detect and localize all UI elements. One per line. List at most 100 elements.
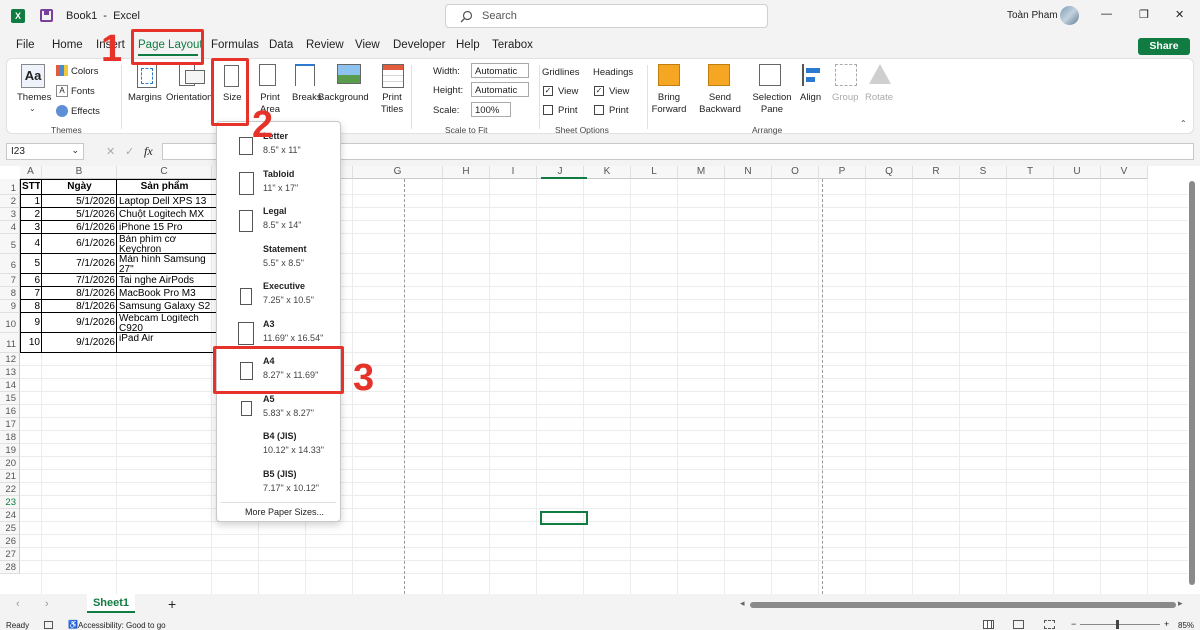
table-cell-product[interactable]: Màn hình Samsung 27" [119,255,210,273]
worksheet-grid[interactable]: ABCDEFGHIJKLMNOPQRSTUV 12345678910111213… [0,166,1200,594]
row-header[interactable]: 2 [0,195,20,208]
orientation-button[interactable]: Orientation [166,92,212,103]
more-paper-sizes-link[interactable]: More Paper Sizes... [245,507,324,517]
table-cell-stt[interactable]: 8 [22,301,40,312]
table-cell-stt[interactable]: 10 [22,334,40,352]
table-cell-product[interactable]: iPad Air [119,334,210,352]
table-cell-date[interactable]: 7/1/2026 [44,275,115,286]
zoom-level[interactable]: 85% [1178,621,1194,630]
table-cell-date[interactable]: 8/1/2026 [44,288,115,299]
column-header[interactable]: B [42,166,117,179]
table-cell-stt[interactable]: 3 [22,222,40,233]
table-cell-stt[interactable]: 6 [22,275,40,286]
collapse-ribbon-icon[interactable]: ⌃ [1180,119,1187,128]
row-header[interactable]: 12 [0,353,20,366]
tab-help[interactable]: Help [456,39,480,51]
accessibility-status[interactable]: Accessibility: Good to go [78,621,166,630]
column-header[interactable]: S [960,166,1007,179]
paper-size-option[interactable]: Executive 7.25" x 10.5" [217,279,340,315]
row-header[interactable]: 7 [0,274,20,287]
row-header[interactable]: 8 [0,287,20,300]
tab-data[interactable]: Data [269,39,293,51]
save-icon[interactable] [40,9,53,22]
table-cell-product[interactable]: iPhone 15 Pro [119,222,210,233]
tab-terabox[interactable]: Terabox [492,39,533,51]
column-header[interactable]: N [725,166,772,179]
paper-size-option[interactable]: Legal 8.5" x 14" [217,204,340,240]
gridlines-view-checkbox[interactable]: ✓ [543,86,553,96]
tab-home[interactable]: Home [52,39,83,51]
table-header-cell[interactable]: Sản phẩm [119,180,210,194]
insert-function-icon[interactable]: fx [144,144,153,159]
search-box[interactable]: Search [445,4,768,28]
column-header[interactable]: O [772,166,819,179]
row-header[interactable]: 18 [0,431,20,444]
column-header[interactable]: A [20,166,42,179]
column-header[interactable]: H [443,166,490,179]
next-sheet-icon[interactable]: › [45,598,49,610]
scale-input[interactable]: 100% [471,102,511,117]
row-header[interactable]: 17 [0,418,20,431]
column-header[interactable]: Q [866,166,913,179]
tab-review[interactable]: Review [306,39,344,51]
print-titles-button[interactable]: Print Titles [377,92,407,116]
bring-forward-button[interactable]: Bring Forward [648,92,690,116]
row-header[interactable]: 25 [0,522,20,535]
horizontal-scroll-thumb[interactable] [750,602,1176,608]
row-header[interactable]: 1 [0,179,20,195]
effects-button[interactable]: Effects [71,106,100,117]
colors-button[interactable]: Colors [71,66,98,77]
share-button[interactable]: Share [1138,38,1190,55]
table-cell-product[interactable]: Tai nghe AirPods [119,275,210,286]
row-header[interactable]: 22 [0,483,20,496]
themes-button[interactable]: Themes [17,92,51,103]
table-cell-stt[interactable]: 9 [22,314,40,332]
row-header[interactable]: 19 [0,444,20,457]
avatar[interactable] [1060,6,1079,25]
headings-print-checkbox[interactable] [594,105,604,115]
column-header[interactable]: V [1101,166,1148,179]
table-cell-product[interactable]: Bàn phím cơ Keychron [119,235,210,253]
tab-view[interactable]: View [355,39,380,51]
align-button[interactable]: Align [800,92,821,103]
accessibility-icon[interactable]: ♿ [68,620,78,629]
row-header[interactable]: 11 [0,333,20,353]
table-cell-date[interactable]: 9/1/2026 [44,334,115,352]
row-header[interactable]: 15 [0,392,20,405]
table-cell-stt[interactable]: 7 [22,288,40,299]
row-header[interactable]: 14 [0,379,20,392]
column-header[interactable]: R [913,166,960,179]
paper-size-option[interactable]: B5 (JIS) 7.17" x 10.12" [217,467,340,503]
zoom-in-icon[interactable]: + [1164,619,1169,629]
background-button[interactable]: Background [318,92,369,103]
row-header[interactable]: 10 [0,313,20,333]
table-cell-product[interactable]: Samsung Galaxy S24 [119,301,210,312]
tab-developer[interactable]: Developer [393,39,445,51]
column-header[interactable]: I [490,166,537,179]
prev-sheet-icon[interactable]: ‹ [16,598,20,610]
row-header[interactable]: 27 [0,548,20,561]
row-header[interactable]: 28 [0,561,20,574]
zoom-out-icon[interactable]: − [1071,619,1076,629]
table-cell-product[interactable]: MacBook Pro M3 [119,288,210,299]
normal-view-icon[interactable] [983,620,994,629]
height-select[interactable]: Automatic [471,82,529,97]
row-header[interactable]: 13 [0,366,20,379]
paper-size-option[interactable]: Statement 5.5" x 8.5" [217,242,340,278]
vertical-scroll-thumb[interactable] [1189,181,1195,585]
send-backward-button[interactable]: Send Backward [696,92,744,116]
table-cell-date[interactable]: 9/1/2026 [44,314,115,332]
paper-size-option[interactable]: B4 (JIS) 10.12" x 14.33" [217,429,340,465]
group-button[interactable]: Group [832,92,858,103]
row-header[interactable]: 26 [0,535,20,548]
table-cell-stt[interactable]: 2 [22,209,40,220]
margins-button[interactable]: Margins [128,92,162,103]
row-header[interactable]: 5 [0,234,20,254]
paper-size-option[interactable]: Letter 8.5" x 11" [217,129,340,165]
table-cell-date[interactable]: 8/1/2026 [44,301,115,312]
table-cell-product[interactable]: Chuột Logitech MX [119,209,210,220]
vertical-scrollbar[interactable] [1188,179,1196,594]
zoom-slider[interactable] [1080,620,1160,629]
add-sheet-button[interactable]: + [168,596,176,612]
excel-icon[interactable]: X [11,9,25,23]
